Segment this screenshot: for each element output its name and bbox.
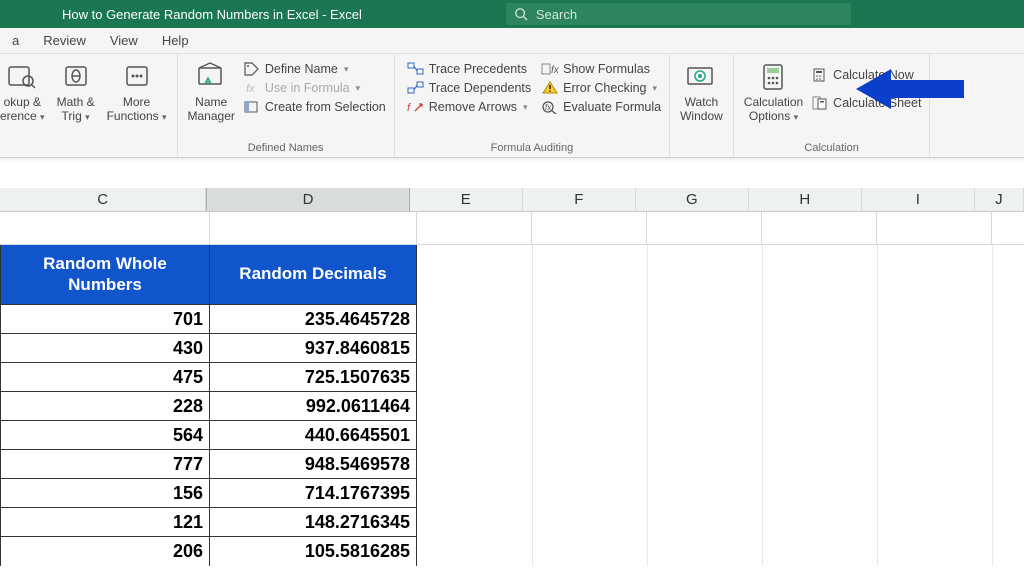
- evaluate-formula-button[interactable]: fx Evaluate Formula: [541, 100, 661, 114]
- ribbon-tabs: a Review View Help: [0, 28, 1024, 54]
- calculate-now-icon: [812, 68, 828, 82]
- use-in-formula-button: fx Use in Formula ▾: [243, 81, 386, 95]
- col-header-h[interactable]: H: [749, 188, 862, 211]
- search-icon: [514, 7, 528, 21]
- header-random-whole[interactable]: Random Whole Numbers: [1, 245, 209, 305]
- lookup-reference-button[interactable]: okup & erence ▾: [0, 56, 51, 134]
- more-functions-icon: [124, 63, 150, 91]
- chevron-down-icon: ▾: [344, 64, 349, 75]
- annotation-arrow: [856, 64, 966, 114]
- cell[interactable]: 992.0611464: [210, 392, 416, 421]
- col-header-g[interactable]: G: [636, 188, 749, 211]
- search-placeholder: Search: [536, 7, 577, 22]
- tab-partial[interactable]: a: [0, 28, 31, 53]
- svg-text:fx: fx: [545, 103, 552, 112]
- cell[interactable]: 156: [1, 479, 209, 508]
- calculate-sheet-icon: [812, 96, 828, 110]
- col-header-d[interactable]: D: [206, 188, 409, 211]
- chevron-down-icon: ▾: [523, 102, 528, 113]
- error-checking-button[interactable]: Error Checking ▾: [541, 81, 661, 95]
- chevron-down-icon: ▾: [85, 112, 90, 122]
- show-formulas-icon: fx: [541, 62, 559, 76]
- trace-dependents-icon: [407, 81, 425, 95]
- remove-arrows-button[interactable]: f Remove Arrows ▾: [407, 100, 531, 114]
- calculator-icon: [758, 62, 788, 92]
- calculation-options-button[interactable]: Calculation Options ▾: [738, 56, 809, 134]
- theta-icon: [63, 63, 89, 91]
- cell[interactable]: 121: [1, 508, 209, 537]
- cell[interactable]: 206: [1, 537, 209, 566]
- cell[interactable]: 714.1767395: [210, 479, 416, 508]
- more-functions-button[interactable]: More Functions ▾: [101, 56, 173, 134]
- chevron-down-icon: ▾: [40, 112, 45, 122]
- tag-icon: [244, 62, 260, 76]
- svg-text:fx: fx: [246, 83, 255, 95]
- chevron-down-icon: ▾: [794, 112, 799, 122]
- column-c[interactable]: Random Whole Numbers 701 430 475 228 564…: [0, 245, 210, 566]
- col-header-i[interactable]: I: [862, 188, 975, 211]
- math-trig-button[interactable]: Math & Trig ▾: [51, 56, 101, 134]
- watch-window-button[interactable]: Watch Window: [674, 56, 729, 134]
- spreadsheet[interactable]: C D E F G H I J Random Whole Numbers 701…: [0, 188, 1024, 566]
- tab-view[interactable]: View: [98, 28, 150, 53]
- chevron-down-icon: ▾: [356, 83, 361, 94]
- calculation-group-label: Calculation: [738, 140, 926, 157]
- column-headers: C D E F G H I J: [0, 188, 1024, 212]
- error-checking-icon: [541, 81, 559, 95]
- lookup-icon: [7, 63, 37, 91]
- name-manager-button[interactable]: Name Manager: [182, 56, 241, 134]
- cell[interactable]: 948.5469578: [210, 450, 416, 479]
- column-d[interactable]: Random Decimals 235.4645728 937.8460815 …: [210, 245, 417, 566]
- trace-dependents-button[interactable]: Trace Dependents: [407, 81, 531, 95]
- formula-icon: fx: [244, 81, 260, 95]
- title-bar: How to Generate Random Numbers in Excel …: [0, 0, 1024, 28]
- col-header-j[interactable]: J: [975, 188, 1024, 211]
- svg-text:f: f: [407, 102, 411, 114]
- search-box[interactable]: Search: [506, 3, 851, 25]
- cell[interactable]: 777: [1, 450, 209, 479]
- col-header-e[interactable]: E: [410, 188, 523, 211]
- defined-names-group-label: Defined Names: [182, 140, 390, 157]
- tab-help[interactable]: Help: [150, 28, 201, 53]
- cell[interactable]: 564: [1, 421, 209, 450]
- cell[interactable]: 148.2716345: [210, 508, 416, 537]
- tab-review[interactable]: Review: [31, 28, 98, 53]
- cell[interactable]: 228: [1, 392, 209, 421]
- name-manager-icon: [195, 62, 227, 92]
- empty-grid[interactable]: [417, 245, 1024, 566]
- evaluate-formula-icon: fx: [541, 100, 559, 114]
- define-name-button[interactable]: Define Name ▾: [243, 62, 386, 76]
- remove-arrows-icon: f: [407, 100, 425, 114]
- cell[interactable]: 937.8460815: [210, 334, 416, 363]
- cell[interactable]: 475: [1, 363, 209, 392]
- cell[interactable]: 701: [1, 305, 209, 334]
- trace-precedents-button[interactable]: Trace Precedents: [407, 62, 531, 76]
- svg-text:fx: fx: [551, 65, 559, 76]
- chevron-down-icon: ▾: [653, 83, 658, 94]
- cell[interactable]: 440.6645501: [210, 421, 416, 450]
- trace-precedents-icon: [407, 62, 425, 76]
- cell[interactable]: 105.5816285: [210, 537, 416, 566]
- chevron-down-icon: ▾: [162, 112, 167, 122]
- col-header-c[interactable]: C: [0, 188, 206, 211]
- watch-window-icon: [685, 62, 717, 92]
- header-random-decimals[interactable]: Random Decimals: [210, 245, 416, 305]
- cell[interactable]: 235.4645728: [210, 305, 416, 334]
- show-formulas-button[interactable]: fx Show Formulas: [541, 62, 661, 76]
- window-title: How to Generate Random Numbers in Excel …: [62, 7, 362, 22]
- cell[interactable]: 725.1507635: [210, 363, 416, 392]
- create-from-selection-button[interactable]: Create from Selection: [243, 100, 386, 114]
- create-selection-icon: [244, 100, 260, 114]
- formula-auditing-group-label: Formula Auditing: [399, 140, 665, 157]
- col-header-f[interactable]: F: [523, 188, 636, 211]
- cell[interactable]: 430: [1, 334, 209, 363]
